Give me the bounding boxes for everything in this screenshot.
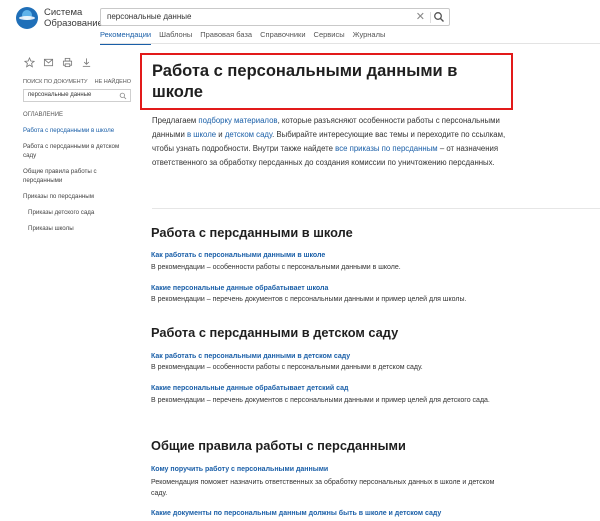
section-divider — [152, 208, 600, 209]
star-icon[interactable] — [24, 57, 35, 68]
clear-icon[interactable]: ✕ — [416, 11, 425, 23]
logo-text: Система Образование — [44, 7, 103, 29]
recommendation-link[interactable]: Кому поручить работу с персональными дан… — [151, 466, 328, 473]
doc-search-input[interactable]: персональные данные — [23, 89, 131, 102]
logo-line-2: Образование — [44, 18, 103, 29]
print-icon[interactable] — [62, 57, 73, 68]
toc-item-kindergarten[interactable]: Работа с персданными в детском саду — [23, 142, 133, 160]
logo-globe-icon — [16, 7, 38, 29]
section-heading-school: Работа с персданными в школе — [151, 225, 353, 240]
search-icon[interactable] — [119, 92, 127, 100]
intro-paragraph: Предлагаем подборку материалов, которые … — [152, 114, 517, 170]
table-of-contents: Работа с персданными в школе Работа с пе… — [23, 126, 133, 240]
search-input[interactable]: персональные данные ✕ — [100, 8, 450, 26]
intro-text: и — [216, 130, 225, 139]
recommendation-desc: В рекомендации – перечень документов с п… — [151, 397, 490, 404]
not-found-status: НЕ НАЙДЕНО — [94, 79, 131, 85]
mail-icon[interactable] — [43, 57, 54, 68]
doc-search-query: персональные данные — [28, 92, 92, 98]
intro-link-materials[interactable]: подборку материалов — [198, 116, 277, 125]
recommendation-link[interactable]: Какие персональные данные обрабатывает ш… — [151, 285, 328, 292]
intro-link-orders[interactable]: все приказы по персданным — [335, 144, 438, 153]
toc-title: ОГЛАВЛЕНИЕ — [23, 112, 64, 118]
toc-item-school[interactable]: Работа с персданными в школе — [23, 126, 133, 135]
section-heading-general-rules: Общие правила работы с персданными — [151, 438, 406, 453]
doc-search-label: ПОИСК ПО ДОКУМЕНТУ — [23, 79, 88, 85]
page-title: Работа с персональными данными в школе — [152, 62, 458, 101]
toc-item-kindergarten-orders[interactable]: Приказы детского сада — [23, 208, 133, 217]
search-separator — [430, 12, 431, 23]
toc-item-orders[interactable]: Приказы по персданным — [23, 192, 133, 201]
intro-link-school[interactable]: в школе — [187, 130, 216, 139]
recommendation-link[interactable]: Какие документы по персональным данным д… — [151, 510, 441, 517]
recommendation-desc: Рекомендация поможет назначить ответстве… — [151, 479, 495, 497]
logo[interactable]: Система Образование — [16, 7, 103, 29]
recommendation-desc: В рекомендации – перечень документов с п… — [151, 296, 467, 303]
download-icon[interactable] — [81, 57, 92, 68]
intro-text: Предлагаем — [152, 116, 199, 125]
search-icon[interactable] — [433, 11, 445, 23]
recommendation-link[interactable]: Как работать с персональными данными в ш… — [151, 252, 325, 259]
toc-item-general-rules[interactable]: Общие правила работы с персданными — [23, 167, 133, 185]
recommendation-desc: В рекомендации – особенности работы с пе… — [151, 264, 401, 271]
toc-item-school-orders[interactable]: Приказы школы — [23, 224, 133, 233]
doc-search-header: ПОИСК ПО ДОКУМЕНТУ НЕ НАЙДЕНО — [23, 79, 131, 85]
recommendation-desc: В рекомендации – особенности работы с пе… — [151, 364, 423, 371]
logo-line-1: Система — [44, 7, 83, 18]
header-divider — [100, 43, 600, 44]
document-tools — [24, 57, 92, 68]
header: Система Образование персональные данные … — [0, 0, 600, 45]
section-heading-kindergarten: Работа с персданными в детском саду — [151, 325, 399, 340]
recommendation-link[interactable]: Какие персональные данные обрабатывает д… — [151, 385, 349, 392]
intro-link-kindergarten[interactable]: детском саду — [225, 130, 272, 139]
search-query: персональные данные — [107, 12, 192, 21]
recommendation-link[interactable]: Как работать с персональными данными в д… — [151, 353, 350, 360]
